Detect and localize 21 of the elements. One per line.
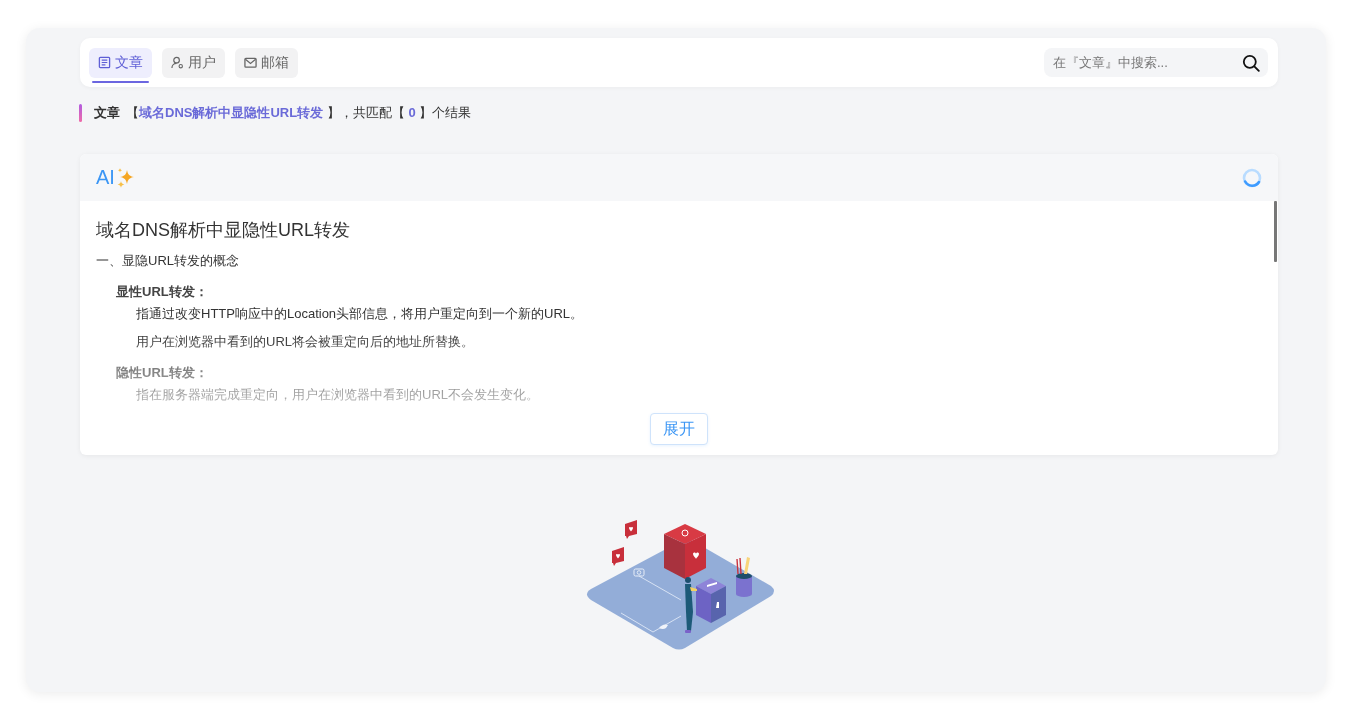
paragraph: 指在服务器端完成重定向，用户在浏览器中看到的URL不会发生变化。 <box>135 386 540 404</box>
search-field[interactable]: 在『文章』中搜索... <box>1044 48 1268 77</box>
expand-button[interactable]: 展开 <box>650 413 708 445</box>
section-title: 一、显隐URL转发的概念 <box>96 252 240 270</box>
tab[interactable]: 邮箱 <box>235 47 298 78</box>
mail-icon <box>244 56 257 69</box>
search-input[interactable]: 在『文章』中搜索... <box>1053 53 1242 72</box>
ai-title: AI <box>96 166 115 189</box>
document-icon <box>98 56 111 69</box>
result-scope: 文章 <box>94 104 120 122</box>
result-summary: 【域名DNS解析中显隐性URL转发 】，共匹配【 0 】个结果 <box>126 104 472 122</box>
accent-bar <box>79 104 82 122</box>
search-icon[interactable] <box>1242 53 1260 72</box>
user-icon <box>171 56 184 69</box>
term-title: 隐性URL转发： <box>115 364 209 382</box>
paragraph: 用户在浏览器中看到的URL将会被重定向后的地址所替换。 <box>135 333 475 351</box>
scrollbar-thumb[interactable] <box>1274 201 1277 262</box>
term-title: 显性URL转发： <box>115 283 209 301</box>
tab[interactable]: 用户 <box>162 47 225 78</box>
paragraph: 指通过改变HTTP响应中的Location头部信息，将用户重定向到一个新的URL。 <box>135 305 585 323</box>
answer-heading: 域名DNS解析中显隐性URL转发 <box>96 219 351 242</box>
